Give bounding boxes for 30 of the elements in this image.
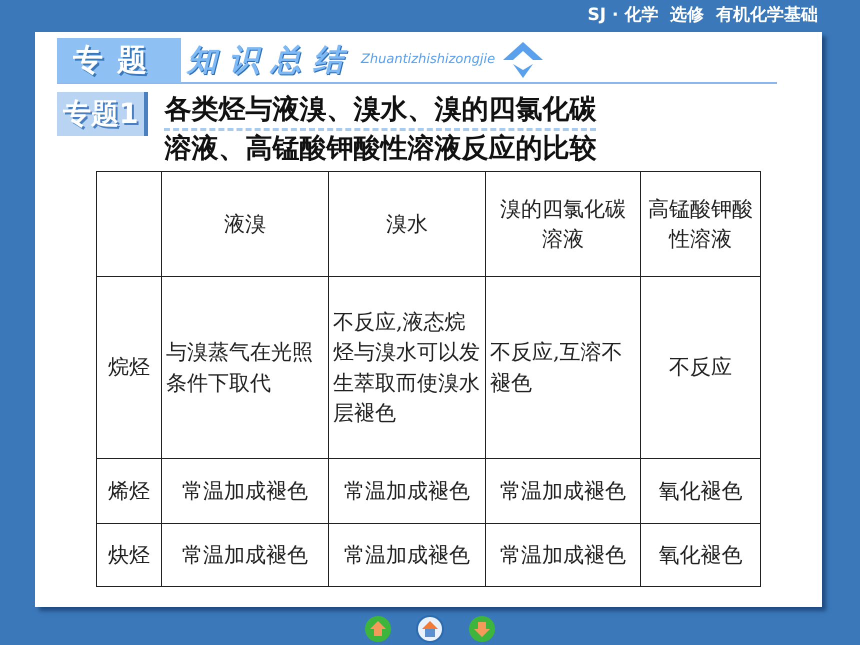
table-cell: 不反应 (640, 276, 760, 458)
table-cell: 常温加成褪色 (162, 524, 328, 586)
row-header: 烯烃 (96, 458, 162, 524)
up-arrow-button[interactable] (364, 615, 392, 643)
pinyin-subtitle: Zhuantizhishizongjie (361, 51, 496, 70)
topic-title-line: 溶液、高锰酸钾酸性溶液反应的比较 (164, 132, 596, 166)
table-cell: 与溴蒸气在光照条件下取代 (162, 276, 328, 458)
table-cell: 氧化褪色 (640, 458, 760, 524)
diamond-arrow-icon (501, 40, 546, 80)
column-header: 溴水 (328, 172, 486, 276)
table-cell: 常温加成褪色 (486, 524, 640, 586)
row-header: 烷烃 (96, 276, 162, 458)
table-cell: 常温加成褪色 (328, 458, 486, 524)
row-header: 炔烃 (96, 524, 162, 586)
table-cell: 不反应,液态烷烃与溴水可以发生萃取而使溴水层褪色 (328, 276, 486, 458)
course-header: SJ · 化学 选修 有机化学基础 (587, 4, 818, 28)
table-cell: 常温加成褪色 (486, 458, 640, 524)
section-title: 知识总结 (187, 42, 355, 80)
topic-title-line: 各类烃与液溴、溴水、溴的四氯化碳 (164, 92, 596, 131)
table-cell: 常温加成褪色 (162, 458, 328, 524)
table-cell: 不反应,互溶不褪色 (486, 276, 640, 458)
column-header: 液溴 (162, 172, 328, 276)
column-header: 溴的四氯化碳溶液 (486, 172, 640, 276)
topic-label: 专题1 (57, 92, 148, 136)
column-header: 高锰酸钾酸性溶液 (640, 172, 760, 276)
table-cell: 氧化褪色 (640, 524, 760, 586)
down-arrow-button[interactable] (468, 615, 496, 643)
table-cell: 常温加成褪色 (328, 524, 486, 586)
section-label: 专题 (57, 38, 181, 82)
home-button[interactable] (416, 615, 444, 643)
